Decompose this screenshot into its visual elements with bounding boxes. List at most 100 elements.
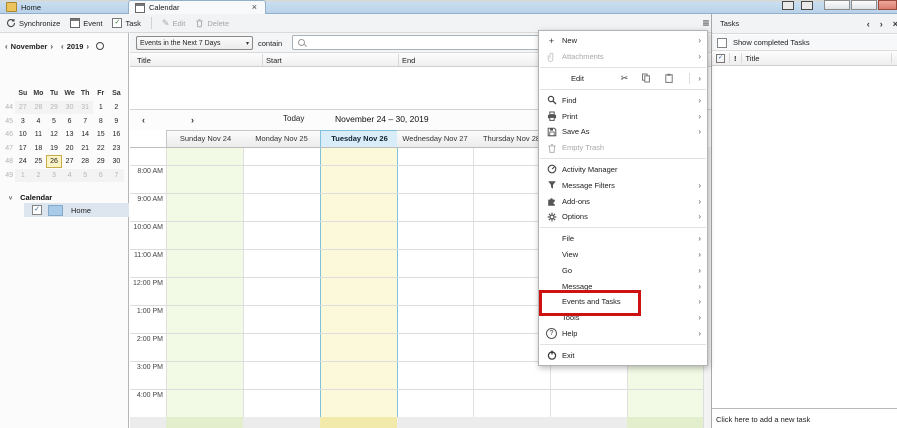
calendar-checkbox[interactable]: ✓ xyxy=(32,205,42,215)
minimonth-day[interactable]: 1 xyxy=(93,101,109,114)
close-button[interactable] xyxy=(878,0,897,10)
offhours-cell[interactable] xyxy=(397,417,473,428)
next-week-icon[interactable]: › xyxy=(191,115,194,125)
minimonth-day[interactable]: 14 xyxy=(77,128,93,141)
minimonth-day[interactable]: 29 xyxy=(46,101,62,114)
task-title-column[interactable]: Title xyxy=(742,54,892,63)
tab-calendar[interactable]: Calendar × xyxy=(128,0,266,14)
menu-item-options[interactable]: Options› xyxy=(539,209,707,225)
menu-item-view[interactable]: View› xyxy=(539,247,707,263)
menu-item-message-filters[interactable]: Message Filters› xyxy=(539,177,707,193)
minimonth-day[interactable]: 28 xyxy=(31,101,47,114)
calendar-list-item-home[interactable]: ✓ Home xyxy=(24,203,129,217)
column-end[interactable]: End xyxy=(402,56,415,65)
minimonth-day[interactable]: 4 xyxy=(62,169,78,182)
previous-week-icon[interactable]: ‹ xyxy=(142,115,145,125)
synchronize-button[interactable]: Synchronize xyxy=(6,18,60,28)
minimonth-day[interactable]: 1 xyxy=(15,169,31,182)
minimonth-day[interactable]: 5 xyxy=(77,169,93,182)
minimonth-day[interactable]: 9 xyxy=(109,115,125,128)
minimonth-day[interactable]: 13 xyxy=(62,128,78,141)
offhours-cell[interactable] xyxy=(320,417,397,428)
menu-item-empty-trash[interactable]: Empty Trash xyxy=(539,140,707,156)
maximize-button[interactable] xyxy=(851,0,877,10)
event-range-dropdown[interactable]: Events in the Next 7 Days ▾ xyxy=(136,36,253,50)
offhours-cell[interactable] xyxy=(243,417,320,428)
menu-item-exit[interactable]: Exit xyxy=(539,347,707,363)
today-circle-icon[interactable] xyxy=(96,42,104,50)
minimonth-day[interactable]: 17 xyxy=(15,142,31,155)
grid-column-wednesday-nov-27[interactable] xyxy=(397,147,473,428)
tasks-next-icon[interactable]: › xyxy=(875,19,888,29)
tasks-view-button[interactable] xyxy=(801,1,813,10)
copy-icon[interactable] xyxy=(641,73,651,83)
minimonth-day[interactable]: 6 xyxy=(93,169,109,182)
minimonth-day[interactable]: 15 xyxy=(93,128,109,141)
minimize-button[interactable] xyxy=(824,0,850,10)
minimonth-day[interactable]: 7 xyxy=(109,169,125,182)
minimonth-day[interactable]: 16 xyxy=(109,128,125,141)
offhours-cell[interactable] xyxy=(473,417,550,428)
menu-item-add-ons[interactable]: Add-ons› xyxy=(539,193,707,209)
new-task-button[interactable]: ✓ Task xyxy=(112,18,140,28)
next-month-icon[interactable]: › xyxy=(47,42,56,51)
minimonth-day[interactable]: 21 xyxy=(77,142,93,155)
minimonth-day[interactable]: 3 xyxy=(46,169,62,182)
show-completed-row[interactable]: Show completed Tasks xyxy=(712,35,897,50)
delete-button[interactable]: Delete xyxy=(195,18,229,28)
menu-item-go[interactable]: Go› xyxy=(539,262,707,278)
next-year-icon[interactable]: › xyxy=(83,42,92,51)
tab-close-icon[interactable]: × xyxy=(250,3,259,12)
minimonth-day[interactable]: 18 xyxy=(31,142,47,155)
minimonth-day[interactable]: 7 xyxy=(77,115,93,128)
show-completed-checkbox[interactable] xyxy=(717,38,727,48)
minimonth-day[interactable]: 31 xyxy=(77,101,93,114)
grid-column-tuesday-nov-26[interactable] xyxy=(320,147,397,428)
priority-column[interactable]: ! xyxy=(730,54,741,63)
minimonth-day[interactable]: 27 xyxy=(15,101,31,114)
add-task-row[interactable]: Click here to add a new task xyxy=(712,408,897,428)
menu-item-help[interactable]: ?Help› xyxy=(539,326,707,342)
today-button[interactable]: Today xyxy=(283,114,304,123)
minimonth-day[interactable]: 4 xyxy=(31,115,47,128)
cut-icon[interactable]: ✂ xyxy=(621,73,629,84)
menu-item-print[interactable]: Print› xyxy=(539,108,707,124)
offhours-cell[interactable] xyxy=(627,417,703,428)
menu-item-new[interactable]: +New› xyxy=(539,33,707,49)
minimonth-day[interactable]: 3 xyxy=(15,115,31,128)
new-event-button[interactable]: Event xyxy=(70,18,102,28)
minimonth-day[interactable]: 10 xyxy=(15,128,31,141)
minimonth-day[interactable]: 30 xyxy=(62,101,78,114)
minimonth-day[interactable]: 29 xyxy=(93,155,109,168)
menu-item-find[interactable]: Find› xyxy=(539,92,707,108)
column-title[interactable]: Title xyxy=(137,56,151,65)
minimonth-day[interactable]: 28 xyxy=(77,155,93,168)
tasks-previous-icon[interactable]: ‹ xyxy=(862,19,875,29)
grid-column-sunday-nov-24[interactable] xyxy=(166,147,243,428)
calendar-view-button[interactable] xyxy=(782,1,794,10)
minimonth-day[interactable]: 2 xyxy=(31,169,47,182)
minimonth-day-selected[interactable]: 26 xyxy=(46,155,62,168)
paste-icon[interactable] xyxy=(664,73,674,83)
minimonth-day[interactable]: 20 xyxy=(62,142,78,155)
edit-button[interactable]: ✎ Edit xyxy=(162,18,185,29)
menu-item-file[interactable]: File› xyxy=(539,231,707,247)
minimonth-day[interactable]: 24 xyxy=(15,155,31,168)
minimonth-day[interactable]: 27 xyxy=(62,155,78,168)
minimonth-day[interactable]: 6 xyxy=(62,115,78,128)
offhours-cell[interactable] xyxy=(550,417,627,428)
previous-month-icon[interactable]: ‹ xyxy=(2,42,11,51)
offhours-cell[interactable] xyxy=(166,417,243,428)
minimonth-day[interactable]: 8 xyxy=(93,115,109,128)
minimonth-day[interactable]: 30 xyxy=(109,155,125,168)
tab-home[interactable]: Home xyxy=(0,0,118,14)
minimonth-day[interactable]: 11 xyxy=(31,128,47,141)
minimonth-day[interactable]: 25 xyxy=(31,155,47,168)
grid-column-monday-nov-25[interactable] xyxy=(243,147,320,428)
column-start[interactable]: Start xyxy=(266,56,282,65)
previous-year-icon[interactable]: ‹ xyxy=(58,42,67,51)
minimonth-day[interactable]: 22 xyxy=(93,142,109,155)
completed-column-icon[interactable]: ✓ xyxy=(716,54,725,63)
minimonth-day[interactable]: 19 xyxy=(46,142,62,155)
minimonth-day[interactable]: 2 xyxy=(109,101,125,114)
